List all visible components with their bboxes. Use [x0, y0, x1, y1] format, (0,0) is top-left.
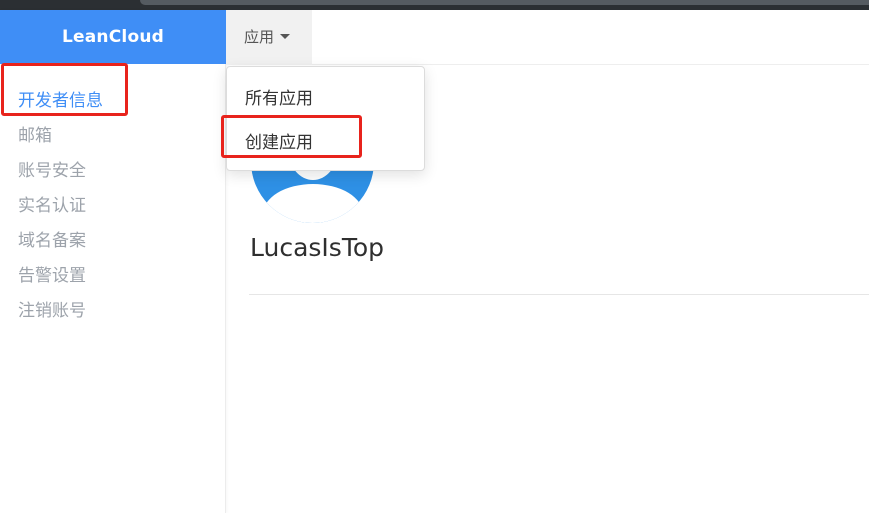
apps-dropdown-menu: 所有应用 创建应用 — [226, 66, 425, 171]
menu-item-create-app[interactable]: 创建应用 — [245, 128, 313, 153]
sidebar-item-email[interactable]: 邮箱 — [18, 121, 52, 146]
caret-down-icon — [280, 34, 291, 39]
sidebar-item-alert-settings[interactable]: 告警设置 — [18, 261, 86, 286]
sidebar-item-domain-filing[interactable]: 域名备案 — [18, 226, 86, 251]
sidebar-item-real-name-verification[interactable]: 实名认证 — [18, 191, 86, 216]
profile-username: LucasIsTop — [250, 233, 385, 262]
window-top-notch — [140, 0, 869, 5]
apps-dropdown-label: 应用 — [244, 28, 275, 46]
profile-divider — [249, 294, 869, 295]
sidebar: LeanCloud 开发者信息 邮箱 账号安全 实名认证 域名备案 告警设置 注… — [0, 10, 226, 513]
sidebar-item-developer-info[interactable]: 开发者信息 — [18, 86, 103, 111]
menu-item-all-apps[interactable]: 所有应用 — [245, 84, 313, 109]
brand-logo[interactable]: LeanCloud — [0, 10, 226, 64]
top-navbar: 应用 — [226, 10, 869, 65]
sidebar-item-delete-account[interactable]: 注销账号 — [18, 296, 86, 321]
sidebar-item-account-security[interactable]: 账号安全 — [18, 156, 86, 181]
apps-dropdown-toggle[interactable]: 应用 — [226, 10, 312, 65]
window-top-strip — [0, 0, 869, 10]
avatar-shoulders-shape — [263, 184, 363, 223]
